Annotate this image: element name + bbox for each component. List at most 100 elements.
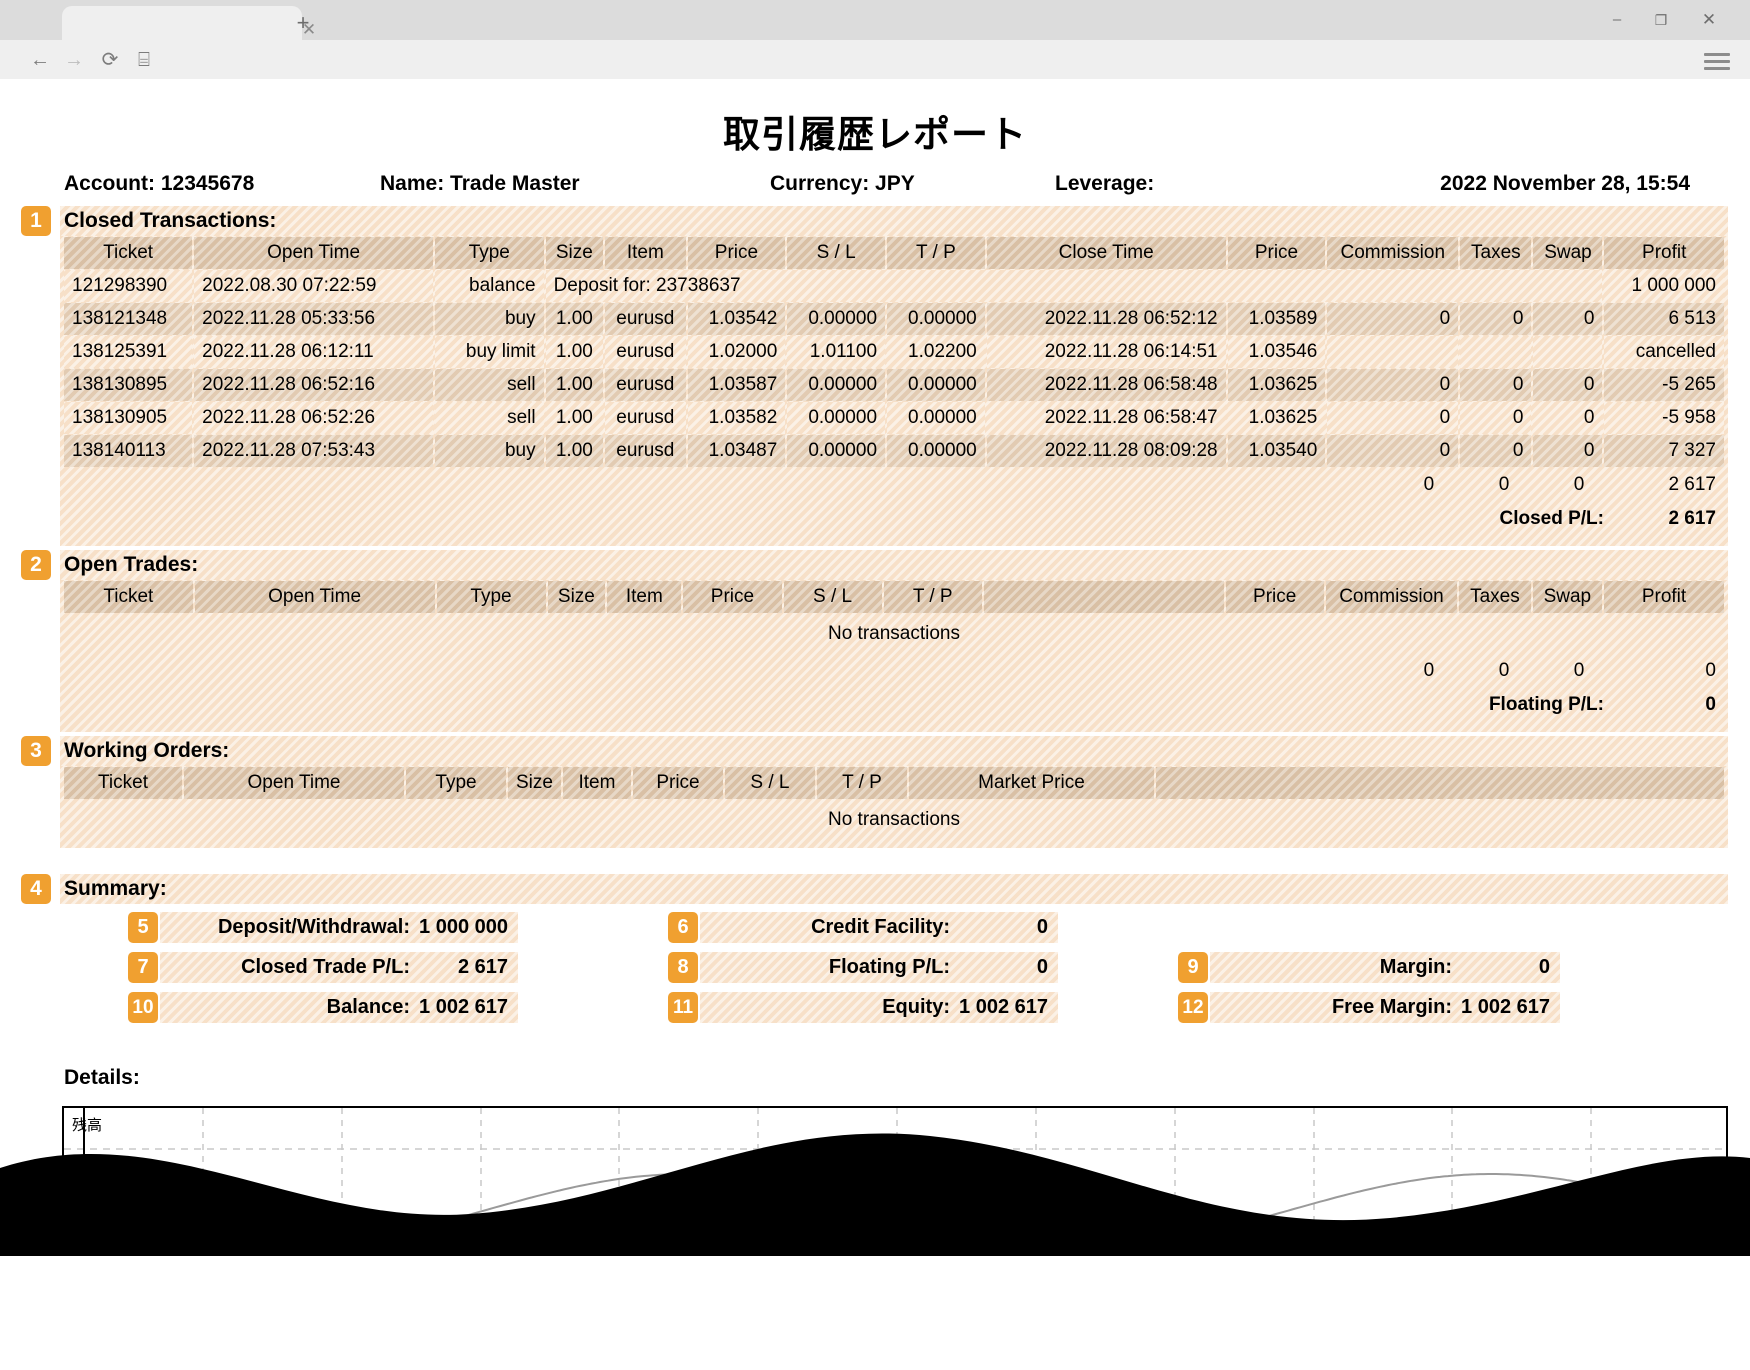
cell-ticket: 138125391 — [64, 336, 192, 368]
col-open-time[interactable]: Open Time — [194, 237, 433, 269]
hamburger-menu-icon[interactable] — [1704, 49, 1730, 71]
totals-profit: 2 617 — [1594, 469, 1724, 501]
col-tp[interactable]: T / P — [887, 237, 985, 269]
col-swap[interactable]: Swap — [1533, 581, 1602, 613]
reload-icon[interactable]: ⟳ — [98, 49, 122, 71]
col-sl[interactable]: S / L — [784, 581, 882, 613]
col-close-time[interactable]: Close Time — [987, 237, 1226, 269]
col-sl[interactable]: S / L — [787, 237, 885, 269]
col-ticket[interactable]: Ticket — [64, 237, 192, 269]
window-close-button[interactable]: ✕ — [1694, 8, 1724, 32]
summary-value: 2 617 — [458, 952, 508, 983]
table-row[interactable]: 1381253912022.11.28 06:12:11buy limit1.0… — [64, 336, 1724, 368]
closed-pl-label: Closed P/L: — [64, 503, 1612, 535]
cell-tp: 0.00000 — [887, 303, 985, 335]
summary-label: Equity: — [882, 992, 950, 1023]
minimize-button[interactable]: – — [1602, 8, 1632, 32]
col-commission[interactable]: Commission — [1327, 237, 1458, 269]
cell-type: buy — [435, 435, 544, 467]
totals-taxes: 0 — [1444, 655, 1517, 687]
arrow-left-icon[interactable]: ← — [28, 49, 52, 71]
col-size[interactable]: Size — [508, 767, 561, 799]
chart-canvas — [64, 1108, 1728, 1256]
section-open-trades: 2 Open Trades: Ticket Open Time Type Siz… — [60, 550, 1728, 732]
col-close-price[interactable]: Price — [1226, 581, 1324, 613]
col-swap[interactable]: Swap — [1533, 237, 1602, 269]
grid-icon[interactable]: ⌸ — [132, 49, 156, 71]
page-title: 取引履歴レポート — [0, 79, 1750, 166]
col-tp[interactable]: T / P — [817, 767, 907, 799]
col-ticket[interactable]: Ticket — [64, 581, 193, 613]
col-open-time[interactable]: Open Time — [184, 767, 404, 799]
cell-sl: 1.01100 — [787, 336, 885, 368]
col-open-time[interactable]: Open Time — [195, 581, 435, 613]
section-summary: 4 Summary: 5Deposit/Withdrawal:1 000 000… — [60, 874, 1728, 1032]
arrow-right-icon[interactable]: → — [62, 49, 86, 71]
col-taxes[interactable]: Taxes — [1460, 237, 1531, 269]
col-ticket[interactable]: Ticket — [64, 767, 182, 799]
browser-tabstrip: ✕ + – ❐ ✕ — [0, 0, 1750, 40]
col-sl[interactable]: S / L — [725, 767, 815, 799]
col-type[interactable]: Type — [435, 237, 544, 269]
summary-row: Free Margin:1 002 617 — [1210, 992, 1560, 1023]
summary-value: 1 002 617 — [959, 992, 1048, 1023]
summary-item: 11Equity:1 002 617 — [668, 992, 1058, 1023]
summary-label: Deposit/Withdrawal: — [218, 912, 410, 943]
col-commission[interactable]: Commission — [1326, 581, 1457, 613]
summary-badge: 7 — [128, 952, 158, 983]
account-field: Account: 12345678 — [64, 172, 254, 196]
summary-label: Credit Facility: — [811, 912, 950, 943]
cell-type: buy limit — [435, 336, 544, 368]
col-close-price[interactable]: Price — [1228, 237, 1326, 269]
cell-open-time: 2022.11.28 07:53:43 — [194, 435, 433, 467]
col-price[interactable]: Price — [683, 581, 781, 613]
cell-commission: 0 — [1327, 435, 1458, 467]
browser-toolbar: ← → ⟳ ⌸ — [0, 40, 1750, 79]
col-profit[interactable]: Profit — [1604, 581, 1724, 613]
table-row[interactable]: 1381401132022.11.28 07:53:43buy1.00eurus… — [64, 435, 1724, 467]
table-row: 0002 617 — [64, 469, 1724, 501]
balance-chart[interactable]: 残高 — [62, 1106, 1728, 1256]
col-item[interactable]: Item — [563, 767, 631, 799]
cell-price: 1.03487 — [688, 435, 786, 467]
maximize-button[interactable]: ❐ — [1646, 8, 1676, 32]
cell-type: balance — [435, 270, 544, 302]
cell-price: 1.02000 — [688, 336, 786, 368]
col-item[interactable]: Item — [605, 237, 685, 269]
table-row[interactable]: 1381308952022.11.28 06:52:16sell1.00euru… — [64, 369, 1724, 401]
summary-row: Closed Trade P/L:2 617 — [160, 952, 518, 983]
cell-swap — [1533, 336, 1602, 368]
col-spacer — [1156, 767, 1724, 799]
section-badge: 1 — [21, 206, 51, 236]
col-profit[interactable]: Profit — [1604, 237, 1724, 269]
col-type[interactable]: Type — [437, 581, 546, 613]
col-size[interactable]: Size — [548, 581, 606, 613]
trade-history-report: 取引履歴レポート Account: 12345678 Name: Trade M… — [0, 79, 1750, 1256]
col-price[interactable]: Price — [633, 767, 723, 799]
col-tp[interactable]: T / P — [884, 581, 982, 613]
table-row[interactable]: 1381309052022.11.28 06:52:26sell1.00euru… — [64, 402, 1724, 434]
cell-profit: cancelled — [1604, 336, 1724, 368]
cell-size: 1.00 — [546, 369, 604, 401]
plus-icon[interactable]: + — [290, 10, 316, 36]
col-price[interactable]: Price — [688, 237, 786, 269]
totals-swap: 0 — [1519, 469, 1592, 501]
cell-open-time: 2022.11.28 05:33:56 — [194, 303, 433, 335]
cell-swap: 0 — [1533, 303, 1602, 335]
section-closed-transactions: 1 Closed Transactions: Ticket Open Time … — [60, 206, 1728, 546]
col-size[interactable]: Size — [546, 237, 604, 269]
table-row: Floating P/L:0 — [64, 689, 1724, 721]
table-row[interactable]: 1381213482022.11.28 05:33:56buy1.00eurus… — [64, 303, 1724, 335]
col-item[interactable]: Item — [607, 581, 681, 613]
col-taxes[interactable]: Taxes — [1459, 581, 1531, 613]
col-type[interactable]: Type — [406, 767, 506, 799]
browser-tab[interactable]: ✕ — [62, 6, 302, 40]
totals-commission: 0 — [1303, 469, 1442, 501]
totals-taxes: 0 — [1444, 469, 1517, 501]
cell-close-time: 2022.11.28 06:58:48 — [987, 369, 1226, 401]
col-market-price[interactable]: Market Price — [909, 767, 1154, 799]
cell-tp: 0.00000 — [887, 435, 985, 467]
summary-value: 0 — [1539, 952, 1550, 983]
table-row[interactable]: 1212983902022.08.30 07:22:59balanceDepos… — [64, 270, 1724, 302]
totals-profit: 0 — [1594, 655, 1724, 687]
